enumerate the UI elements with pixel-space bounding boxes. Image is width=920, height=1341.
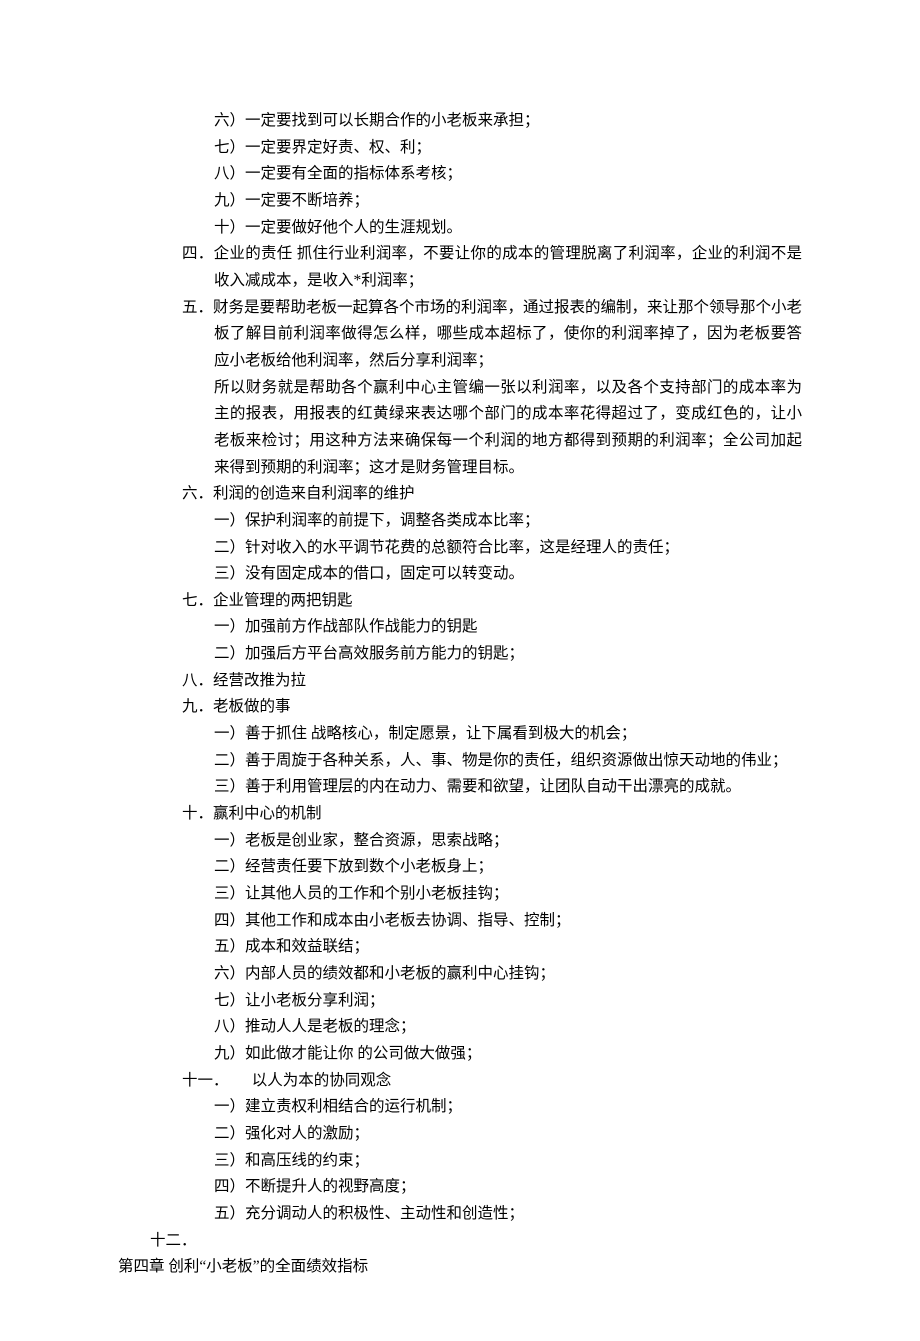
- text-line: 十）一定要做好他个人的生涯规划。: [118, 215, 802, 242]
- text-line: 第四章 创利“小老板”的全面绩效指标: [118, 1254, 802, 1281]
- text-line: 所以财务就是帮助各个赢利中心主管编一张以利润率，以及各个支持部门的成本率为主的报…: [118, 375, 802, 482]
- text-line: 八．经营改推为拉: [118, 668, 802, 695]
- text-line: 八）推动人人是老板的理念；: [118, 1014, 802, 1041]
- text-line: 一）善于抓住 战略核心，制定愿景，让下属看到极大的机会；: [118, 721, 802, 748]
- text-line: 七．企业管理的两把钥匙: [118, 588, 802, 615]
- text-line: 五）成本和效益联结；: [118, 934, 802, 961]
- text-line: 五）充分调动人的积极性、主动性和创造性；: [118, 1201, 802, 1228]
- text-line: 九）如此做才能让你 的公司做大做强；: [118, 1041, 802, 1068]
- text-line: 三）和高压线的约束；: [118, 1148, 802, 1175]
- text-line: 三）让其他人员的工作和个别小老板挂钩；: [118, 881, 802, 908]
- text-line: 二）强化对人的激励；: [118, 1121, 802, 1148]
- text-line: 一）保护利润率的前提下，调整各类成本比率；: [118, 508, 802, 535]
- text-line: 二）加强后方平台高效服务前方能力的钥匙；: [118, 641, 802, 668]
- text-line: 十二．: [118, 1228, 802, 1255]
- text-line: 十一． 以人为本的协同观念: [118, 1068, 802, 1095]
- text-line: 一）建立责权利相结合的运行机制；: [118, 1094, 802, 1121]
- text-line: 九）一定要不断培养；: [118, 188, 802, 215]
- text-line: 七）让小老板分享利润；: [118, 988, 802, 1015]
- text-line: 六）内部人员的绩效都和小老板的赢利中心挂钩；: [118, 961, 802, 988]
- text-line: 四．企业的责任 抓住行业利润率，不要让你的成本的管理脱离了利润率，企业的利润不是…: [118, 241, 802, 294]
- text-line: 二）针对收入的水平调节花费的总额符合比率，这是经理人的责任；: [118, 535, 802, 562]
- text-line: 四）其他工作和成本由小老板去协调、指导、控制；: [118, 908, 802, 935]
- text-line: 一）加强前方作战部队作战能力的钥匙: [118, 614, 802, 641]
- text-line: 三）善于利用管理层的内在动力、需要和欲望，让团队自动干出漂亮的成就。: [118, 774, 802, 801]
- text-line: 七）一定要界定好责、权、利；: [118, 135, 802, 162]
- text-line: 三）没有固定成本的借口，固定可以转变动。: [118, 561, 802, 588]
- document-page: 六）一定要找到可以长期合作的小老板来承担；七）一定要界定好责、权、利；八）一定要…: [0, 0, 920, 1341]
- text-line: 二）善于周旋于各种关系，人、事、物是你的责任，组织资源做出惊天动地的伟业；: [118, 748, 802, 775]
- text-line: 六）一定要找到可以长期合作的小老板来承担；: [118, 108, 802, 135]
- text-line: 九．老板做的事: [118, 694, 802, 721]
- text-line: 十．赢利中心的机制: [118, 801, 802, 828]
- text-line: 二）经营责任要下放到数个小老板身上；: [118, 854, 802, 881]
- text-line: 六．利润的创造来自利润率的维护: [118, 481, 802, 508]
- text-line: 一）老板是创业家，整合资源，思索战略；: [118, 828, 802, 855]
- text-line: 四）不断提升人的视野高度；: [118, 1174, 802, 1201]
- text-line: 五．财务是要帮助老板一起算各个市场的利润率，通过报表的编制，来让那个领导那个小老…: [118, 295, 802, 375]
- text-line: 八）一定要有全面的指标体系考核；: [118, 161, 802, 188]
